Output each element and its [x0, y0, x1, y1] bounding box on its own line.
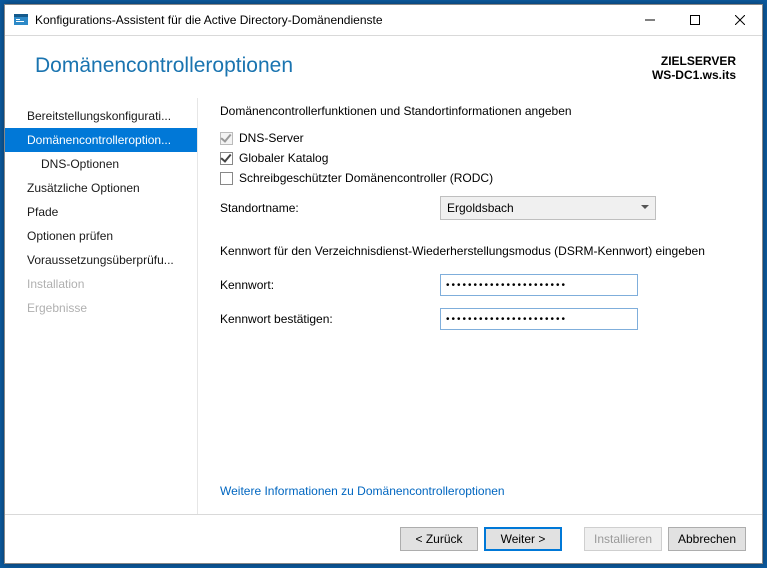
page-title: Domänencontrolleroptionen — [35, 54, 293, 78]
site-name-label: Standortname: — [220, 201, 440, 215]
install-button[interactable]: Installieren — [584, 527, 662, 551]
app-icon — [13, 12, 29, 28]
nav-item: Ergebnisse — [5, 296, 197, 320]
nav-item[interactable]: Bereitstellungskonfigurati... — [5, 104, 197, 128]
window-title: Konfigurations-Assistent für die Active … — [35, 13, 627, 27]
more-info-link[interactable]: Weitere Informationen zu Domänencontroll… — [220, 474, 736, 514]
wizard-nav: Bereitstellungskonfigurati...Domänencont… — [5, 98, 197, 514]
nav-item[interactable]: DNS-Optionen — [5, 152, 197, 176]
rodc-label: Schreibgeschützter Domänencontroller (RO… — [239, 171, 493, 185]
target-server-block: ZIELSERVER WS-DC1.ws.its — [652, 54, 736, 82]
minimize-button[interactable] — [627, 5, 672, 35]
nav-item[interactable]: Domänencontrolleroption... — [5, 128, 197, 152]
footer: < Zurück Weiter > Installieren Abbrechen — [5, 514, 762, 563]
wizard-window: Konfigurations-Assistent für die Active … — [4, 4, 763, 564]
site-name-select[interactable]: Ergoldsbach — [440, 196, 656, 220]
target-server: WS-DC1.ws.its — [652, 68, 736, 82]
nav-item: Installation — [5, 272, 197, 296]
site-name-value: Ergoldsbach — [447, 201, 514, 215]
header: Domänencontrolleroptionen ZIELSERVER WS-… — [5, 36, 762, 92]
content-panel: Domänencontrollerfunktionen und Standort… — [197, 98, 762, 514]
dns-server-label: DNS-Server — [239, 131, 304, 145]
section-capabilities-title: Domänencontrollerfunktionen und Standort… — [220, 104, 736, 118]
password-confirm-input[interactable]: •••••••••••••••••••••• — [440, 308, 638, 330]
titlebar: Konfigurations-Assistent für die Active … — [5, 5, 762, 36]
nav-item[interactable]: Voraussetzungsüberprüfu... — [5, 248, 197, 272]
section-dsrm-title: Kennwort für den Verzeichnisdienst-Wiede… — [220, 244, 736, 258]
global-catalog-checkbox-row[interactable]: Globaler Katalog — [220, 151, 736, 165]
body: Bereitstellungskonfigurati...Domänencont… — [5, 92, 762, 514]
global-catalog-label: Globaler Katalog — [239, 151, 328, 165]
window-buttons — [627, 5, 762, 35]
password-input[interactable]: •••••••••••••••••••••• — [440, 274, 638, 296]
rodc-checkbox[interactable] — [220, 172, 233, 185]
password-label: Kennwort: — [220, 278, 440, 292]
global-catalog-checkbox[interactable] — [220, 152, 233, 165]
nav-item[interactable]: Optionen prüfen — [5, 224, 197, 248]
nav-item[interactable]: Pfade — [5, 200, 197, 224]
next-button[interactable]: Weiter > — [484, 527, 562, 551]
close-button[interactable] — [717, 5, 762, 35]
cancel-button[interactable]: Abbrechen — [668, 527, 746, 551]
maximize-button[interactable] — [672, 5, 717, 35]
nav-item[interactable]: Zusätzliche Optionen — [5, 176, 197, 200]
rodc-checkbox-row[interactable]: Schreibgeschützter Domänencontroller (RO… — [220, 171, 736, 185]
password-confirm-label: Kennwort bestätigen: — [220, 312, 440, 326]
dns-server-checkbox — [220, 132, 233, 145]
target-label: ZIELSERVER — [652, 54, 736, 68]
back-button[interactable]: < Zurück — [400, 527, 478, 551]
dns-server-checkbox-row[interactable]: DNS-Server — [220, 131, 736, 145]
